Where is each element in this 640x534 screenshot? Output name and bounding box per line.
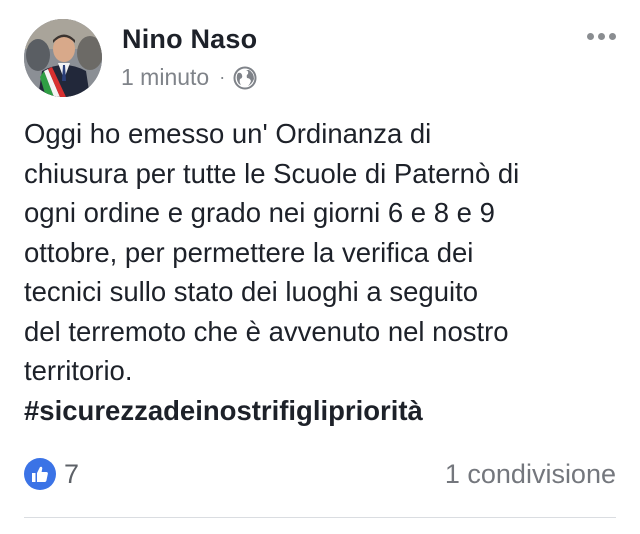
facebook-post: Nino Naso 1 minuto · Oggi ho emesso un' …	[0, 0, 640, 534]
hashtag-link[interactable]: #sicurezzadeinostrifiglipriorità	[24, 391, 624, 431]
shares-count[interactable]: 1 condivisione	[445, 459, 616, 490]
post-text-line: territorio.	[24, 355, 133, 386]
more-dot	[598, 33, 605, 40]
post-meta: 1 minuto ·	[121, 64, 257, 91]
avatar-photo	[24, 19, 102, 97]
post-timestamp[interactable]: 1 minuto	[121, 64, 209, 91]
reactions-summary[interactable]: 7	[24, 458, 79, 490]
post-text-line: tecnici sullo stato dei luoghi a seguito	[24, 276, 479, 307]
avatar[interactable]	[24, 19, 102, 97]
author-name[interactable]: Nino Naso	[122, 24, 257, 55]
meta-separator: ·	[219, 67, 226, 87]
post-body: Oggi ho emesso un' Ordinanza di chiusura…	[24, 114, 624, 430]
more-options-icon[interactable]	[587, 33, 616, 40]
post-text-line: del terremoto che è avvenuto nel nostro	[24, 315, 509, 347]
post-text-line: chiusura per tutte le Scuole di Paternò …	[24, 157, 520, 189]
globe-icon	[233, 66, 257, 90]
post-text-line: ogni ordine e grado nei giorni 6 e 8 e 9	[24, 197, 495, 228]
like-icon	[24, 458, 56, 490]
more-dot	[609, 33, 616, 40]
divider	[24, 517, 616, 518]
reaction-count: 7	[64, 458, 80, 489]
post-text-line: Oggi ho emesso un' Ordinanza di	[24, 118, 432, 149]
more-dot	[587, 33, 594, 40]
post-text-line: ottobre, per permettere la verifica dei	[24, 236, 474, 268]
